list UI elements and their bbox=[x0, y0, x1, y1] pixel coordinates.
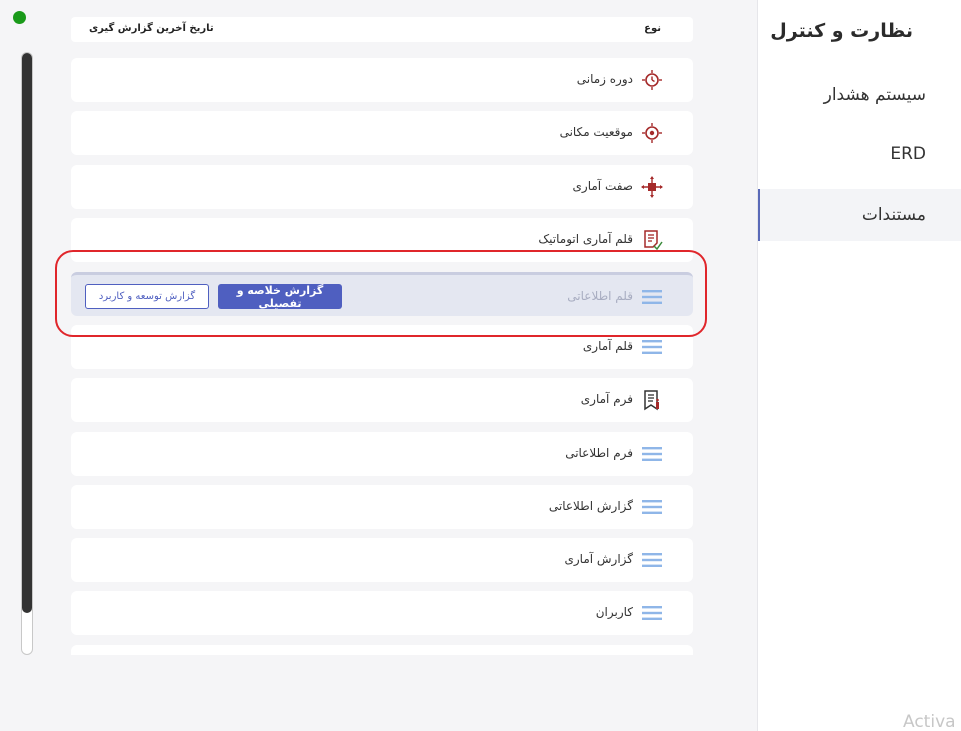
table-row[interactable]: قلم آماری اتوماتیک bbox=[71, 218, 693, 262]
table-row[interactable]: گزارش آماری bbox=[71, 538, 693, 582]
development-usage-report-button[interactable]: گزارش توسعه و کاربرد bbox=[85, 284, 209, 309]
column-header-type: نوع bbox=[644, 23, 661, 34]
row-label: قلم آماری bbox=[582, 339, 633, 353]
row-label: گزارش اطلاعاتی bbox=[548, 499, 633, 513]
scrollbar-thumb[interactable] bbox=[22, 53, 32, 613]
row-label: دوره زمانی bbox=[576, 72, 633, 86]
location-target-icon bbox=[640, 121, 664, 145]
list-icon bbox=[640, 285, 664, 309]
table-row[interactable]: صفت آماری bbox=[71, 165, 693, 209]
sidebar-item-alert-system[interactable]: سیستم هشدار bbox=[758, 69, 961, 121]
table-row-expanded[interactable]: قلم اطلاعاتی گزارش خلاصه و تفصیلی گزارش … bbox=[71, 272, 693, 316]
activation-watermark: Activa bbox=[903, 712, 956, 731]
row-label: گزارش آماری bbox=[564, 552, 633, 566]
row-label: موقعیت مکانی bbox=[559, 125, 633, 139]
sidebar: نظارت و کنترل سیستم هشدار ERD مستندات bbox=[757, 0, 961, 731]
list-icon bbox=[640, 335, 664, 359]
row-label: قلم اطلاعاتی bbox=[567, 289, 633, 303]
list-icon bbox=[640, 548, 664, 572]
table-header: نوع تاریخ آخرین گزارش گیری bbox=[71, 17, 693, 42]
attribute-move-icon bbox=[640, 175, 664, 199]
table-row[interactable]: موقعیت مکانی bbox=[71, 111, 693, 155]
table-row[interactable]: دوره زمانی bbox=[71, 58, 693, 102]
row-label: فرم اطلاعاتی bbox=[565, 446, 633, 460]
list-icon bbox=[640, 495, 664, 519]
table-row-partial bbox=[71, 645, 693, 655]
column-header-last-report-date: تاریخ آخرین گزارش گیری bbox=[89, 23, 214, 34]
clock-target-icon bbox=[640, 68, 664, 92]
list-icon bbox=[640, 601, 664, 625]
row-label: فرم آماری bbox=[580, 392, 633, 406]
row-label: قلم آماری اتوماتیک bbox=[538, 232, 633, 246]
auto-document-icon bbox=[640, 228, 664, 252]
status-indicator bbox=[13, 11, 26, 24]
table-row[interactable]: کاربران bbox=[71, 591, 693, 635]
vertical-scrollbar[interactable] bbox=[21, 52, 33, 655]
sidebar-item-documents[interactable]: مستندات bbox=[758, 189, 961, 241]
table-row[interactable]: قلم آماری bbox=[71, 325, 693, 369]
table-row[interactable]: گزارش اطلاعاتی bbox=[71, 485, 693, 529]
row-label: صفت آماری bbox=[572, 179, 633, 193]
sidebar-item-erd[interactable]: ERD bbox=[758, 128, 961, 180]
table-row[interactable]: فرم اطلاعاتی bbox=[71, 432, 693, 476]
sidebar-title: نظارت و کنترل bbox=[770, 20, 913, 42]
form-document-icon bbox=[640, 388, 664, 412]
row-label: کاربران bbox=[595, 605, 633, 619]
summary-detail-report-button[interactable]: گزارش خلاصه و تفصیلی bbox=[218, 284, 342, 310]
table-row[interactable]: فرم آماری bbox=[71, 378, 693, 422]
list-icon bbox=[640, 442, 664, 466]
